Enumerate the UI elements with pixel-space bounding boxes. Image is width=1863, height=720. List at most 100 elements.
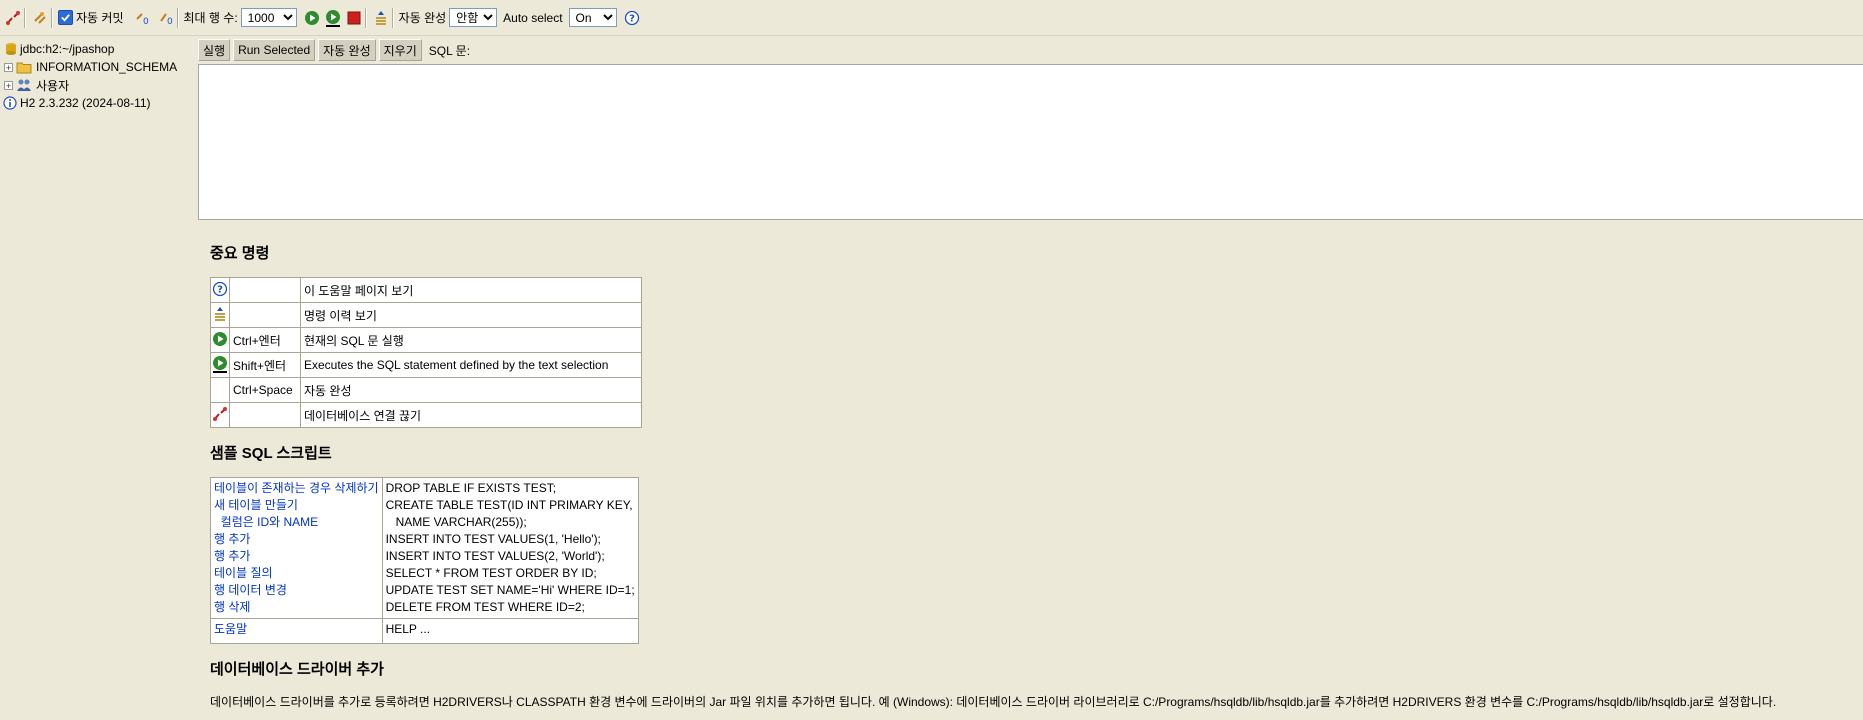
sample-link-select[interactable]: 테이블 질의 bbox=[214, 565, 379, 582]
autocomplete-label: 자동 완성 bbox=[398, 11, 447, 25]
object-tree: jdbc:h2:~/jpashop + INFORMATION_SCHEMA +… bbox=[0, 40, 196, 112]
query-panel: 실행 Run Selected 자동 완성 지우기 SQL 문: 중요 명령 ?… bbox=[198, 36, 1863, 720]
sql-line: DELETE FROM TEST WHERE ID=2; bbox=[385, 600, 585, 614]
sample-link-insert-1[interactable]: 행 추가 bbox=[214, 531, 379, 548]
connection-label: jdbc:h2:~/jpashop bbox=[20, 42, 115, 56]
run-selected-icon[interactable] bbox=[211, 355, 229, 373]
clear-button[interactable]: 지우기 bbox=[378, 39, 422, 61]
max-rows-label: 최대 행 수: bbox=[183, 11, 238, 25]
auto-commit-checkbox[interactable] bbox=[58, 10, 73, 25]
add-drivers-text: 데이터베이스 드라이버를 추가로 등록하려면 H2DRIVERS나 CLASSP… bbox=[210, 695, 1777, 709]
users-icon bbox=[16, 78, 32, 92]
description-cell: 데이터베이스 연결 끊기 bbox=[300, 402, 642, 428]
description-cell: 자동 완성 bbox=[300, 377, 642, 403]
tree-item-users[interactable]: + 사용자 bbox=[0, 76, 196, 94]
history-icon[interactable] bbox=[212, 306, 228, 322]
sql-line: INSERT INTO TEST VALUES(2, 'World'); bbox=[385, 549, 605, 563]
description-cell: 이 도움말 페이지 보기 bbox=[300, 277, 642, 303]
sql-statement-label: SQL 문: bbox=[428, 43, 471, 58]
sample-sql-table: 테이블이 존재하는 경우 삭제하기 새 테이블 만들기 컬럼은 ID와 NAME… bbox=[210, 477, 639, 644]
expand-icon[interactable]: + bbox=[4, 62, 13, 72]
shortcut-cell: Ctrl+Space bbox=[229, 377, 301, 403]
tree-item-connection[interactable]: jdbc:h2:~/jpashop bbox=[0, 40, 196, 58]
sample-links-cell: 테이블이 존재하는 경우 삭제하기 새 테이블 만들기 컬럼은 ID와 NAME… bbox=[210, 477, 383, 619]
table-row: ? 이 도움말 페이지 보기 bbox=[210, 277, 642, 303]
database-icon bbox=[5, 42, 17, 56]
sample-link-columns[interactable]: 컬럼은 ID와 NAME bbox=[214, 514, 379, 531]
users-label: 사용자 bbox=[36, 78, 70, 93]
stop-icon[interactable] bbox=[345, 9, 363, 27]
disconnect-icon[interactable] bbox=[212, 406, 228, 422]
sample-link-delete[interactable]: 행 삭제 bbox=[214, 599, 379, 616]
sql-line: DROP TABLE IF EXISTS TEST; bbox=[385, 481, 557, 495]
shortcut-cell: Ctrl+엔터 bbox=[229, 327, 301, 353]
toolbar-separator bbox=[176, 7, 179, 28]
description-cell: Executes the SQL statement defined by th… bbox=[300, 352, 642, 378]
sample-sql-cell: DROP TABLE IF EXISTS TEST; CREATE TABLE … bbox=[381, 477, 639, 619]
table-row: 명령 이력 보기 bbox=[210, 302, 642, 328]
shortcut-cell bbox=[229, 402, 301, 428]
rollback-icon[interactable]: 0 bbox=[157, 9, 175, 27]
sql-line: INSERT INTO TEST VALUES(1, 'Hello'); bbox=[385, 532, 601, 546]
commands-table: ? 이 도움말 페이지 보기 명령 이력 보기 Ctrl+엔터 현재의 SQL … bbox=[210, 277, 642, 428]
sql-line: NAME VARCHAR(255)); bbox=[385, 515, 527, 529]
run-icon[interactable] bbox=[303, 9, 321, 27]
svg-text:?: ? bbox=[629, 13, 635, 24]
table-row: Ctrl+Space 자동 완성 bbox=[210, 377, 642, 403]
help-content: 중요 명령 ? 이 도움말 페이지 보기 명령 이력 보기 Ctrl+엔터 현재… bbox=[210, 232, 1776, 710]
auto-select-select[interactable]: On bbox=[568, 8, 617, 27]
sql-input[interactable] bbox=[198, 64, 1863, 220]
sql-button-bar: 실행 Run Selected 자동 완성 지우기 SQL 문: bbox=[198, 36, 1863, 64]
auto-select-label: Auto select bbox=[503, 10, 563, 25]
version-label: H2 2.3.232 (2024-08-11) bbox=[20, 96, 151, 110]
add-drivers-title: 데이터베이스 드라이버 추가 bbox=[210, 661, 384, 678]
table-row: Ctrl+엔터 현재의 SQL 문 실행 bbox=[210, 327, 642, 353]
shortcut-cell bbox=[229, 277, 301, 303]
info-icon bbox=[3, 96, 17, 110]
run-icon[interactable] bbox=[212, 331, 228, 347]
tree-item-schema[interactable]: + INFORMATION_SCHEMA bbox=[0, 58, 196, 76]
toolbar-separator bbox=[51, 7, 53, 28]
autocomplete-select[interactable]: 안함 bbox=[449, 8, 498, 27]
sample-link-create-table[interactable]: 새 테이블 만들기 bbox=[214, 497, 379, 514]
schema-label: INFORMATION_SCHEMA bbox=[36, 60, 178, 74]
shortcut-cell bbox=[229, 302, 301, 328]
description-cell: 현재의 SQL 문 실행 bbox=[300, 327, 642, 353]
description-cell: 명령 이력 보기 bbox=[300, 302, 642, 328]
table-row: 테이블이 존재하는 경우 삭제하기 새 테이블 만들기 컬럼은 ID와 NAME… bbox=[210, 477, 639, 619]
run-selected-button[interactable]: Run Selected bbox=[233, 39, 316, 61]
svg-text:?: ? bbox=[217, 284, 223, 295]
toolbar-separator bbox=[364, 7, 367, 28]
run-selected-icon[interactable] bbox=[324, 9, 342, 27]
sql-line: HELP ... bbox=[381, 618, 639, 644]
sample-sql-title: 샘플 SQL 스크립트 bbox=[210, 445, 332, 462]
help-icon[interactable]: ? bbox=[623, 9, 641, 27]
sample-link-drop-table[interactable]: 테이블이 존재하는 경우 삭제하기 bbox=[214, 480, 379, 497]
shortcut-cell: Shift+엔터 bbox=[229, 352, 301, 378]
auto-commit-label: 자동 커밋 bbox=[76, 11, 124, 25]
table-row: Shift+엔터 Executes the SQL statement defi… bbox=[210, 352, 642, 378]
autocomplete-button[interactable]: 자동 완성 bbox=[318, 39, 376, 61]
tree-item-version: H2 2.3.232 (2024-08-11) bbox=[0, 94, 196, 112]
sample-link-update[interactable]: 행 데이터 변경 bbox=[214, 582, 379, 599]
sql-line: CREATE TABLE TEST(ID INT PRIMARY KEY, bbox=[385, 498, 633, 512]
history-icon[interactable] bbox=[372, 9, 390, 27]
sql-line: UPDATE TEST SET NAME='Hi' WHERE ID=1; bbox=[385, 583, 635, 597]
sample-link-help[interactable]: 도움말 bbox=[214, 622, 247, 636]
commit-icon[interactable]: 0 bbox=[133, 9, 151, 27]
refresh-icon[interactable] bbox=[31, 9, 49, 27]
important-commands-title: 중요 명령 bbox=[210, 245, 270, 262]
toolbar-separator bbox=[391, 7, 394, 28]
folder-icon bbox=[16, 61, 32, 74]
max-rows-select[interactable]: 1000 bbox=[240, 8, 297, 27]
toolbar: 자동 커밋 0 0 최대 행 수: 1000 자동 완성 안함 Auto sel… bbox=[0, 0, 1863, 36]
table-row: 데이터베이스 연결 끊기 bbox=[210, 402, 642, 428]
disconnect-icon[interactable] bbox=[4, 9, 22, 27]
sample-link-insert-2[interactable]: 행 추가 bbox=[214, 548, 379, 565]
help-icon[interactable]: ? bbox=[212, 281, 228, 297]
expand-icon[interactable]: + bbox=[4, 80, 13, 90]
svg-text:0: 0 bbox=[143, 17, 149, 26]
run-button[interactable]: 실행 bbox=[198, 39, 231, 61]
toolbar-separator bbox=[24, 7, 26, 28]
svg-text:0: 0 bbox=[167, 17, 173, 26]
